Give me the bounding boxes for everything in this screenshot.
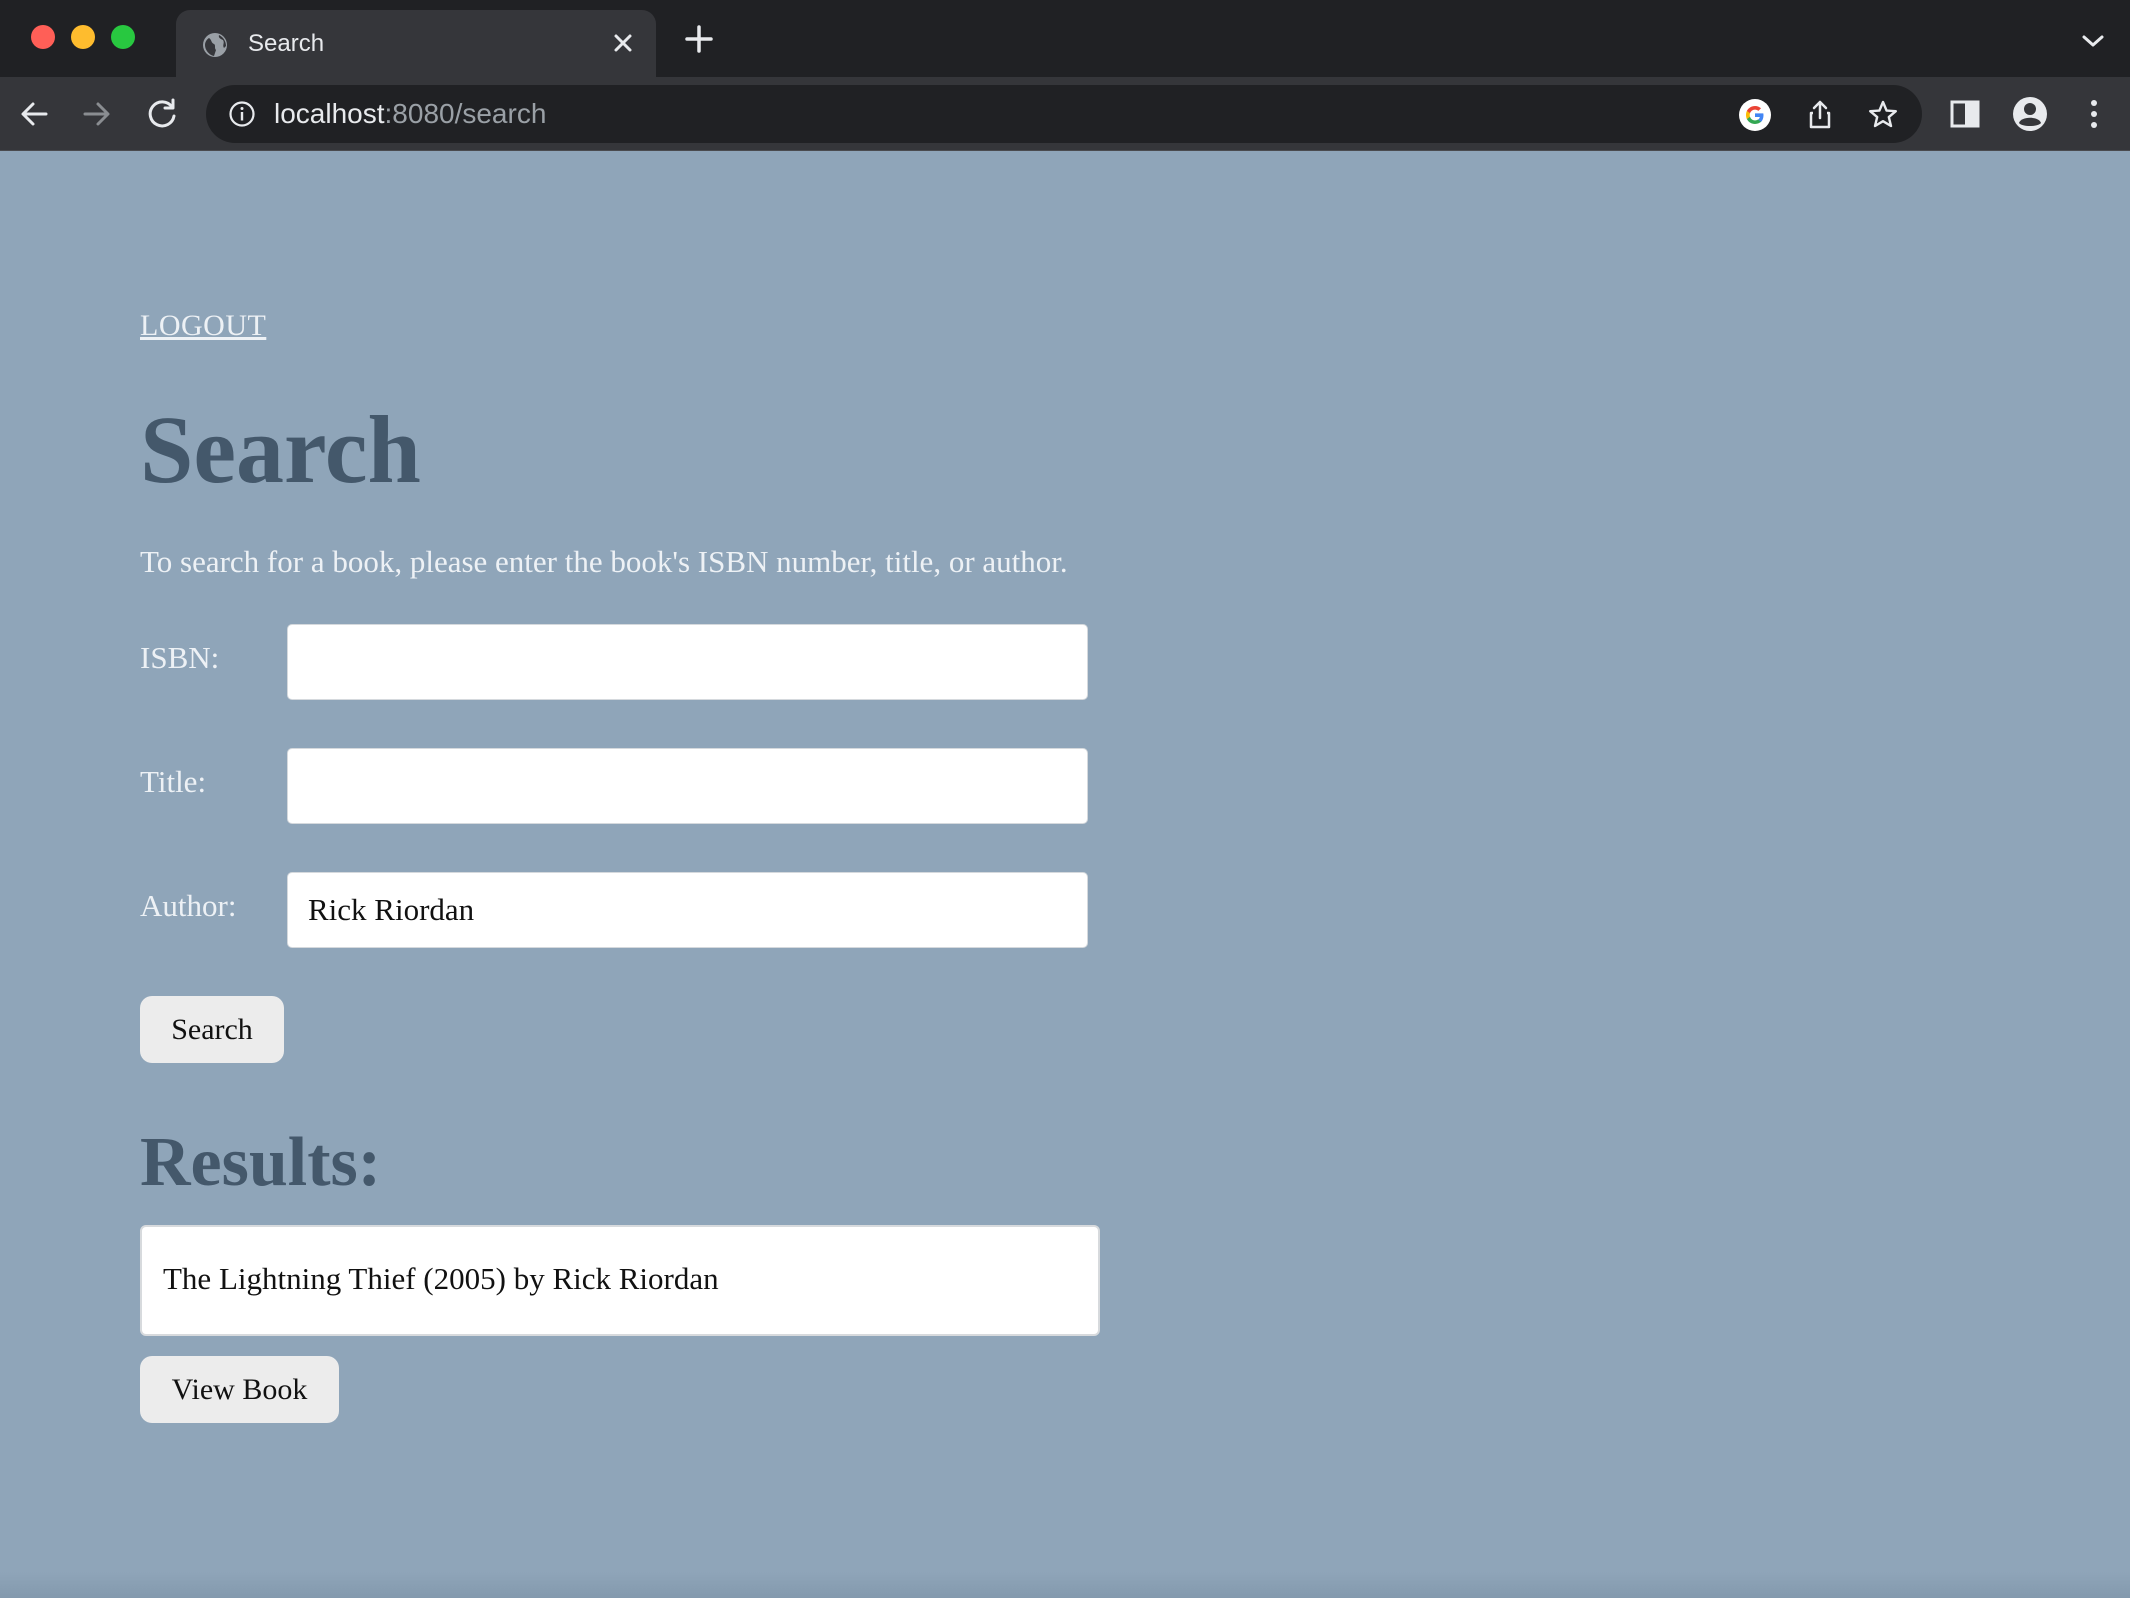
- url-host: localhost: [274, 98, 385, 129]
- globe-icon: [203, 33, 227, 57]
- results-heading: Results:: [140, 1124, 382, 1201]
- browser-tab[interactable]: Search: [176, 10, 656, 77]
- logout-link[interactable]: LOGOUT: [140, 309, 266, 343]
- page-content: LOGOUT Search To search for a book, plea…: [0, 152, 2130, 1598]
- window-minimize-button[interactable]: [71, 25, 95, 49]
- isbn-input[interactable]: [287, 624, 1088, 700]
- profile-icon[interactable]: [2010, 94, 2050, 134]
- chevron-down-icon[interactable]: [2080, 32, 2106, 50]
- star-icon[interactable]: [1866, 98, 1900, 132]
- title-label: Title:: [140, 764, 207, 799]
- back-arrow-icon[interactable]: [14, 94, 54, 134]
- address-bar[interactable]: localhost:8080/search: [206, 85, 1922, 143]
- search-button[interactable]: Search: [140, 996, 284, 1063]
- page-bottom-shade: [0, 1572, 2130, 1598]
- result-item[interactable]: The Lightning Thief (2005) by Rick Riord…: [140, 1225, 1100, 1336]
- tab-title: Search: [248, 30, 325, 57]
- view-book-button[interactable]: View Book: [140, 1356, 339, 1423]
- search-instructions: To search for a book, please enter the b…: [140, 544, 1068, 579]
- reload-icon[interactable]: [142, 94, 182, 134]
- info-icon[interactable]: [228, 100, 256, 128]
- browser-tab-strip: Search: [0, 0, 2130, 77]
- window-close-button[interactable]: [31, 25, 55, 49]
- isbn-label: ISBN:: [140, 640, 220, 675]
- author-label: Author:: [140, 888, 237, 923]
- plus-icon[interactable]: [684, 24, 714, 54]
- close-icon[interactable]: [608, 28, 638, 58]
- share-icon[interactable]: [1803, 98, 1837, 132]
- kebab-menu-icon[interactable]: [2074, 94, 2114, 134]
- page-title: Search: [140, 396, 421, 503]
- google-icon[interactable]: [1738, 98, 1772, 132]
- url-text: localhost:8080/search: [274, 98, 546, 130]
- forward-arrow-icon[interactable]: [77, 94, 117, 134]
- browser-toolbar: localhost:8080/search: [0, 77, 2130, 151]
- url-path: :8080/search: [384, 98, 547, 129]
- title-input[interactable]: [287, 748, 1088, 824]
- author-input[interactable]: [287, 872, 1088, 948]
- side-panel-icon[interactable]: [1945, 94, 1985, 134]
- window-maximize-button[interactable]: [111, 25, 135, 49]
- result-text: The Lightning Thief (2005) by Rick Riord…: [163, 1261, 719, 1296]
